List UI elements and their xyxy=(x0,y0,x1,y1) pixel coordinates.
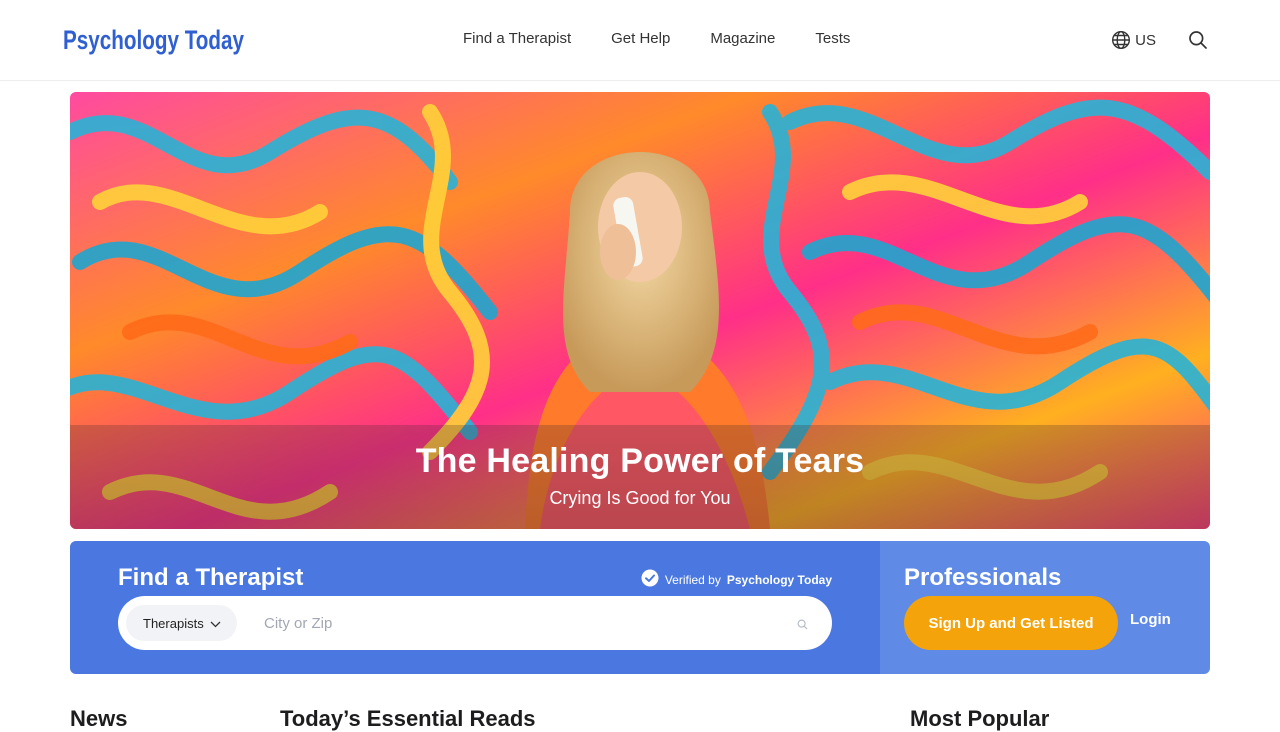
search-icon[interactable] xyxy=(797,617,808,635)
site-header: Psychology Today Find a Therapist Get He… xyxy=(0,0,1280,81)
logo[interactable]: Psychology Today xyxy=(63,19,245,59)
section-heading-news: News xyxy=(70,706,128,731)
nav-find-therapist[interactable]: Find a Therapist xyxy=(463,30,571,48)
hero-title[interactable]: The Healing Power of Tears xyxy=(70,442,1210,481)
search-icon[interactable] xyxy=(1188,30,1208,50)
verified-prefix: Verified by xyxy=(664,572,721,587)
globe-icon xyxy=(1111,30,1131,50)
nav-get-help[interactable]: Get Help xyxy=(611,30,670,48)
verified-badge: Verified by Psychology Today xyxy=(641,569,832,590)
locale-label: US xyxy=(1135,31,1156,49)
locale-selector[interactable]: US xyxy=(1111,30,1156,50)
nav-magazine[interactable]: Magazine xyxy=(710,30,775,48)
find-therapist-title: Find a Therapist xyxy=(118,564,304,591)
provider-type-value: Therapists xyxy=(143,615,204,631)
find-therapist-panel: Find a Therapist Verified by Psychology … xyxy=(70,541,880,674)
chevron-down-icon xyxy=(210,616,221,631)
section-heading-most-popular: Most Popular xyxy=(910,706,1050,731)
professionals-title: Professionals xyxy=(904,564,1062,591)
signup-button[interactable]: Sign Up and Get Listed xyxy=(904,596,1118,650)
verified-brand: Psychology Today xyxy=(726,572,832,587)
header-actions: US xyxy=(1111,30,1208,50)
therapist-search-bar: Therapists xyxy=(118,596,832,650)
login-link[interactable]: Login xyxy=(1130,611,1171,628)
check-circle-icon xyxy=(641,569,659,590)
city-zip-input[interactable] xyxy=(264,608,764,638)
nav-tests[interactable]: Tests xyxy=(815,30,850,48)
section-heading-essential-reads: Today’s Essential Reads xyxy=(280,706,536,731)
hero-feature[interactable]: The Healing Power of Tears Crying Is Goo… xyxy=(70,92,1210,529)
professionals-panel: Professionals Sign Up and Get Listed Log… xyxy=(880,541,1210,674)
svg-text:Psychology Today: Psychology Today xyxy=(63,25,244,55)
hero-subtitle: Crying Is Good for You xyxy=(549,488,731,508)
main-nav: Find a Therapist Get Help Magazine Tests xyxy=(463,30,890,48)
provider-type-select[interactable]: Therapists xyxy=(126,605,237,641)
